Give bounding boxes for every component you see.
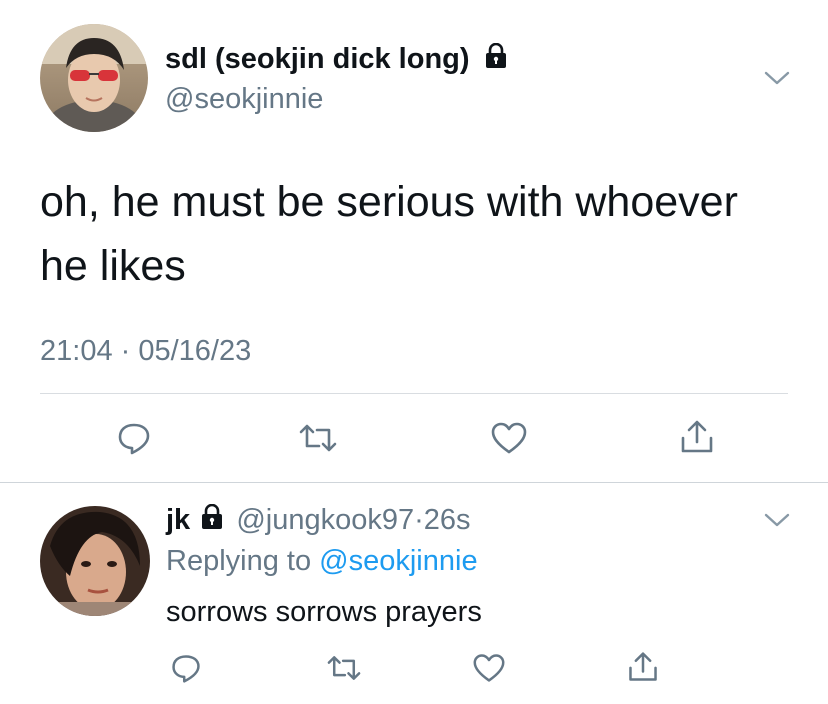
main-display-name-text: sdl (seokjin dick long)	[165, 43, 470, 75]
reply-icon[interactable]	[170, 652, 202, 684]
like-icon[interactable]	[490, 420, 528, 456]
avatar-seokjinnie[interactable]	[40, 24, 148, 132]
like-icon[interactable]	[472, 652, 506, 684]
reply-icon[interactable]	[116, 420, 152, 456]
divider-top	[40, 393, 788, 394]
share-icon[interactable]	[626, 650, 660, 684]
share-icon[interactable]	[678, 418, 716, 456]
main-timestamp[interactable]: 21:04 · 05/16/23	[40, 334, 251, 368]
main-tweet-text: oh, he must be serious with whoever he l…	[40, 170, 738, 298]
reply-separator: ·	[414, 504, 424, 536]
reply-header: jk @jungkook97·26s	[166, 503, 471, 538]
chevron-down-icon[interactable]	[764, 512, 790, 528]
avatar-jungkook97[interactable]	[40, 506, 150, 616]
reply-age[interactable]: 26s	[424, 504, 471, 536]
main-display-name[interactable]: sdl (seokjin dick long)	[165, 42, 508, 77]
lock-icon	[484, 43, 508, 77]
replying-to-handle[interactable]: @seokjinnie	[319, 545, 477, 577]
divider-section	[0, 482, 828, 483]
reply-handle[interactable]: @jungkook97	[236, 504, 414, 536]
main-tweet-text-line2: he likes	[40, 242, 186, 290]
chevron-down-icon[interactable]	[764, 70, 790, 86]
replying-to: Replying to @seokjinnie	[166, 544, 478, 578]
retweet-icon[interactable]	[326, 652, 362, 684]
lock-icon	[200, 504, 224, 538]
reply-display-name[interactable]: jk	[166, 504, 190, 536]
replying-to-label: Replying to	[166, 545, 312, 577]
retweet-icon[interactable]	[298, 420, 338, 456]
main-tweet-text-line1: oh, he must be serious with whoever	[40, 178, 738, 226]
reply-tweet-text: sorrows sorrows prayers	[166, 596, 482, 628]
main-handle[interactable]: @seokjinnie	[165, 82, 323, 116]
